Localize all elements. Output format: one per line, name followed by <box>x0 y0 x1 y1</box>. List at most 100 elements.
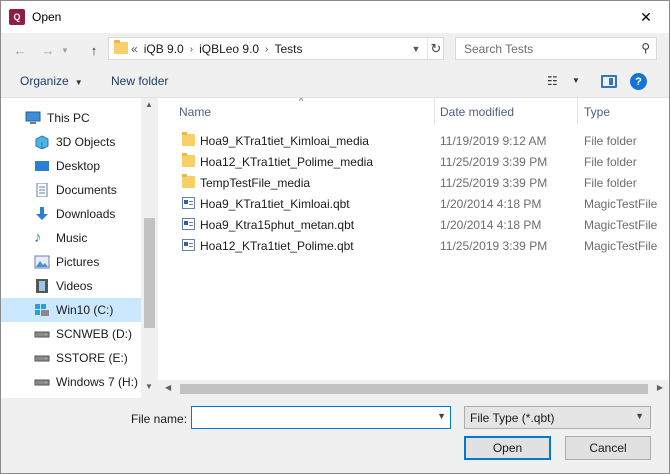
nav-item-this-pc[interactable]: This PC <box>1 106 141 130</box>
nav-item-videos[interactable]: Videos <box>1 274 141 298</box>
drive-icon <box>34 351 50 365</box>
new-folder-button[interactable]: New folder <box>111 74 168 88</box>
sort-ascending-icon: ^ <box>299 98 304 106</box>
breadcrumb-item-tests[interactable]: Tests <box>274 42 302 56</box>
chevron-down-icon: ▼ <box>635 411 644 421</box>
desktop-icon <box>34 159 50 173</box>
title-bar: Q Open ✕ <box>1 1 669 33</box>
refresh-icon: ↻ <box>430 40 442 56</box>
nav-item-downloads[interactable]: Downloads <box>1 202 141 226</box>
preview-pane-button[interactable] <box>601 75 617 88</box>
column-header-date[interactable]: Date modified <box>440 105 514 119</box>
nav-item-win10-c[interactable]: Win10 (C:) <box>1 298 141 322</box>
column-header-type[interactable]: Type <box>584 105 610 119</box>
nav-item-label: Videos <box>56 279 93 293</box>
nav-item-label: 3D Objects <box>56 135 116 149</box>
file-row[interactable]: TempTestFile_media 11/25/2019 3:39 PM Fi… <box>176 172 669 193</box>
file-row[interactable]: Hoa12_KTra1tiet_Polime_media 11/25/2019 … <box>176 151 669 172</box>
column-divider[interactable] <box>434 98 435 124</box>
arrow-up-icon: ↑ <box>90 42 98 58</box>
nav-item-desktop[interactable]: Desktop <box>1 154 141 178</box>
scroll-left-icon[interactable]: ◀ <box>165 383 171 392</box>
nav-item-documents[interactable]: Documents <box>1 178 141 202</box>
column-divider[interactable] <box>577 98 578 124</box>
file-type: MagicTestFile <box>584 218 658 232</box>
breadcrumb-item-iqbleo[interactable]: iQBLeo 9.0 <box>199 42 259 56</box>
chevron-down-icon: ▼ <box>74 78 83 87</box>
nav-item-label: Documents <box>56 183 117 197</box>
close-icon: ✕ <box>640 8 652 25</box>
nav-item-label: Music <box>56 231 88 245</box>
forward-button[interactable]: → <box>37 39 59 61</box>
test-file-icon <box>182 197 195 209</box>
nav-item-label: Desktop <box>56 159 101 173</box>
file-type-value: File Type (*.qbt) <box>470 411 555 425</box>
open-dialog: Q Open ✕ ← → ▼ ↑ « iQB 9.0 › iQBLeo 9.0 … <box>0 0 670 474</box>
cancel-button[interactable]: Cancel <box>565 436 651 460</box>
nav-pane-scrollbar[interactable]: ▲ ▼ <box>141 98 158 398</box>
download-arrow-icon <box>34 207 50 221</box>
search-input[interactable] <box>456 38 636 59</box>
nav-item-windows7-h[interactable]: Windows 7 (H:) <box>1 370 141 394</box>
file-list-horizontal-scrollbar[interactable]: ◀ ▶ <box>158 380 669 398</box>
main-area: This PC 3D Objects Desktop Documents Dow… <box>1 97 669 398</box>
help-button[interactable]: ? <box>630 73 647 90</box>
refresh-button[interactable]: ↻ <box>427 38 444 59</box>
search-box: ⚲ <box>455 37 657 60</box>
nav-item-3d-objects[interactable]: 3D Objects <box>1 130 141 154</box>
file-type: MagicTestFile <box>584 239 658 253</box>
nav-item-label: Pictures <box>56 255 100 269</box>
recent-locations-button[interactable]: ▼ <box>58 39 72 61</box>
back-button[interactable]: ← <box>9 39 31 61</box>
nav-item-music[interactable]: ♪ Music <box>1 226 141 250</box>
file-row[interactable]: Hoa9_KTra1tiet_Kimloai_media 11/19/2019 … <box>176 130 669 151</box>
scroll-up-icon[interactable]: ▲ <box>145 100 153 109</box>
file-name-input[interactable] <box>192 407 432 428</box>
nav-item-sstore-e[interactable]: SSTORE (E:) <box>1 346 141 370</box>
drive-icon <box>34 375 50 389</box>
file-row[interactable]: Hoa12_KTra1tiet_Polime.qbt 11/25/2019 3:… <box>176 235 669 256</box>
nav-item-pictures[interactable]: Pictures <box>1 250 141 274</box>
drive-icon <box>34 327 50 341</box>
search-icon[interactable]: ⚲ <box>641 41 650 55</box>
nav-item-scnweb-d[interactable]: SCNWEB (D:) <box>1 322 141 346</box>
music-note-icon: ♪ <box>34 229 42 246</box>
chevron-down-icon: ▼ <box>411 43 421 54</box>
up-button[interactable]: ↑ <box>83 39 105 61</box>
address-bar[interactable]: « iQB 9.0 › iQBLeo 9.0 › Tests ▼ ↻ <box>108 37 444 60</box>
open-button[interactable]: Open <box>464 436 551 460</box>
file-name-combobox: ▼ <box>191 406 451 429</box>
breadcrumb-item-iqb[interactable]: iQB 9.0 <box>144 42 184 56</box>
folder-icon <box>182 174 195 188</box>
change-view-button[interactable]: ☷ <box>547 74 558 88</box>
address-dropdown-button[interactable]: ▼ <box>406 38 426 59</box>
file-row[interactable]: Hoa9_KTra1tiet_Kimloai.qbt 1/20/2014 4:1… <box>176 193 669 214</box>
organize-button[interactable]: Organize ▼ <box>20 74 83 88</box>
scroll-down-icon[interactable]: ▼ <box>145 382 153 391</box>
app-icon: Q <box>9 9 25 25</box>
file-name: Hoa9_KTra1tiet_Kimloai_media <box>200 134 369 148</box>
file-type: File folder <box>584 134 637 148</box>
scroll-right-icon[interactable]: ▶ <box>657 383 663 392</box>
windows-drive-icon <box>34 303 50 317</box>
folder-icon <box>182 153 195 167</box>
scrollbar-thumb[interactable] <box>144 218 155 328</box>
view-options-dropdown[interactable]: ▼ <box>572 76 580 85</box>
scrollbar-thumb[interactable] <box>180 384 648 394</box>
file-name: TempTestFile_media <box>200 176 311 190</box>
folder-icon <box>114 40 128 54</box>
nav-item-label: This PC <box>47 111 90 125</box>
file-row[interactable]: Hoa9_Ktra15phut_metan.qbt 1/20/2014 4:18… <box>176 214 669 235</box>
close-button[interactable]: ✕ <box>623 1 669 33</box>
file-type-select[interactable]: File Type (*.qbt) ▼ <box>464 406 651 429</box>
file-name: Hoa9_Ktra15phut_metan.qbt <box>200 218 355 232</box>
folder-icon <box>182 132 195 146</box>
column-header-name[interactable]: Name <box>179 105 211 119</box>
chevron-right-icon[interactable]: › <box>259 44 274 55</box>
nav-item-label: SSTORE (E:) <box>56 351 128 365</box>
breadcrumb-overflow[interactable]: « <box>131 42 144 56</box>
chevron-right-icon[interactable]: › <box>184 44 199 55</box>
nav-item-label: Downloads <box>56 207 116 221</box>
file-date: 11/25/2019 3:39 PM <box>440 176 548 190</box>
chevron-down-icon[interactable]: ▼ <box>437 411 446 421</box>
